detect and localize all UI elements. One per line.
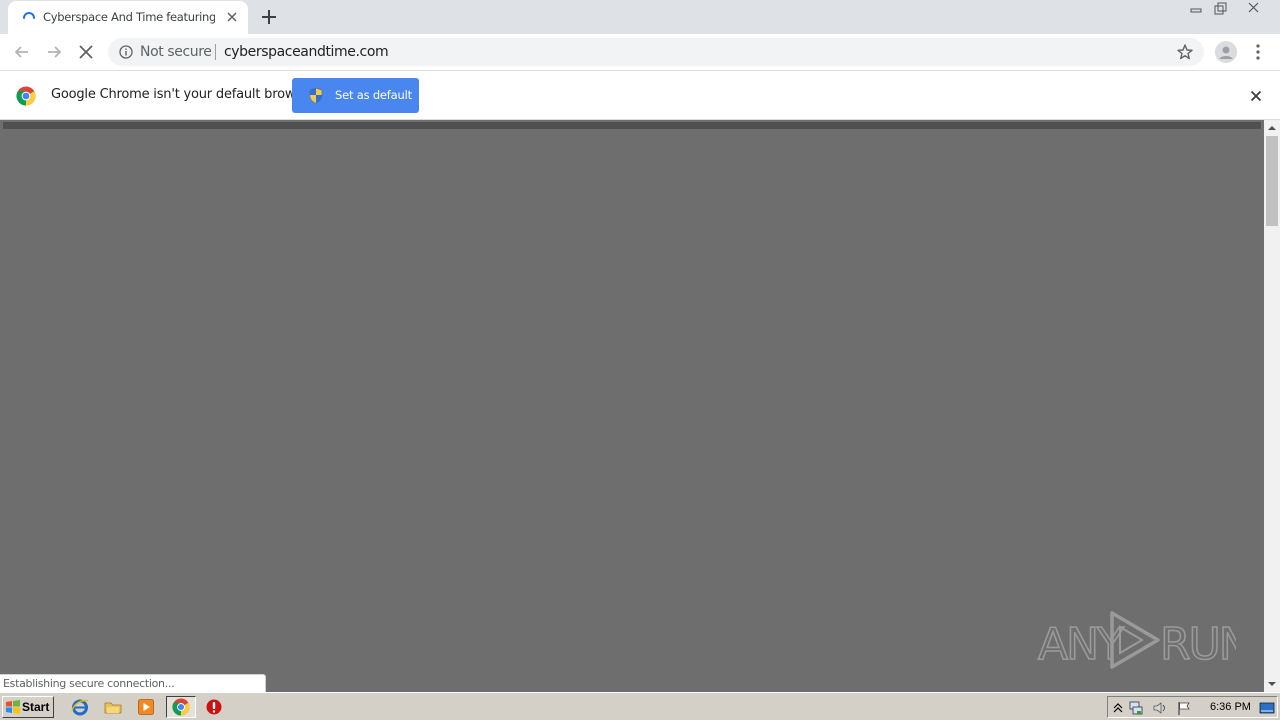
taskbar-clock[interactable]: 6:36 PM (1210, 701, 1251, 713)
infobar-message: Google Chrome isn't your default browser (51, 87, 315, 102)
action-center-flag-icon[interactable] (1176, 700, 1192, 716)
restore-icon[interactable] (1208, 0, 1234, 18)
windows-flag-icon (6, 700, 20, 714)
network-icon[interactable] (1128, 700, 1144, 716)
tab-active[interactable]: Cyberspace And Time featuring the (8, 1, 248, 34)
default-browser-infobar: Google Chrome isn't your default browser… (0, 71, 1280, 120)
volume-icon[interactable] (1152, 700, 1168, 716)
svg-text:RUN: RUN (1160, 619, 1236, 670)
tab-close-icon[interactable] (224, 9, 240, 25)
file-explorer-icon[interactable] (104, 698, 122, 716)
profile-avatar-icon[interactable] (1215, 41, 1237, 63)
back-icon[interactable] (12, 42, 32, 62)
internet-explorer-icon[interactable] (71, 698, 89, 716)
system-tray: 6:36 PM (1107, 696, 1278, 718)
infobar-close-icon[interactable] (1248, 88, 1264, 104)
uac-shield-icon (309, 87, 323, 104)
close-window-icon[interactable] (1241, 0, 1267, 18)
start-button[interactable]: Start (2, 696, 54, 718)
media-player-icon[interactable] (137, 698, 155, 716)
address-bar[interactable]: Not secure cyberspaceandtime.com (108, 38, 1204, 66)
anyrun-watermark-logo: ANY RUN (1037, 611, 1236, 671)
start-label: Start (22, 700, 50, 714)
set-as-default-button[interactable]: Set as default (292, 78, 419, 113)
new-tab-icon[interactable] (260, 8, 278, 26)
omnibox-divider (215, 44, 216, 60)
scroll-thumb[interactable] (1266, 136, 1278, 226)
vertical-scrollbar[interactable] (1264, 120, 1280, 692)
set-as-default-label: Set as default (335, 88, 412, 102)
status-text: Establishing secure connection... (3, 677, 175, 690)
menu-dots-icon[interactable] (1250, 43, 1266, 61)
show-hidden-icons-icon[interactable] (1110, 700, 1126, 716)
status-bubble: Establishing secure connection... (0, 674, 266, 693)
info-icon[interactable] (119, 45, 133, 59)
minimize-icon[interactable] (1183, 0, 1209, 18)
tab-title: Cyberspace And Time featuring the (43, 10, 215, 24)
page-top-bar (3, 122, 1261, 129)
taskbar-chrome-button[interactable] (166, 696, 196, 718)
windows-taskbar: Start 6:36 PM (0, 692, 1280, 720)
stop-loading-icon[interactable] (76, 42, 96, 62)
opera-antivirus-icon[interactable] (205, 698, 223, 716)
chrome-logo-icon (16, 86, 36, 106)
bookmark-star-icon[interactable] (1176, 43, 1194, 61)
forward-icon[interactable] (44, 42, 64, 62)
chrome-taskbar-icon (172, 698, 190, 716)
show-desktop-icon[interactable] (1259, 700, 1275, 716)
scroll-up-arrow-icon[interactable] (1264, 120, 1280, 136)
tab-strip: Cyberspace And Time featuring the (0, 0, 1280, 34)
loading-spinner-icon (23, 12, 35, 19)
browser-toolbar: Not secure cyberspaceandtime.com (0, 34, 1280, 71)
url-text[interactable]: cyberspaceandtime.com (224, 44, 389, 60)
security-label[interactable]: Not secure (140, 44, 212, 60)
scroll-down-arrow-icon[interactable] (1264, 676, 1280, 692)
